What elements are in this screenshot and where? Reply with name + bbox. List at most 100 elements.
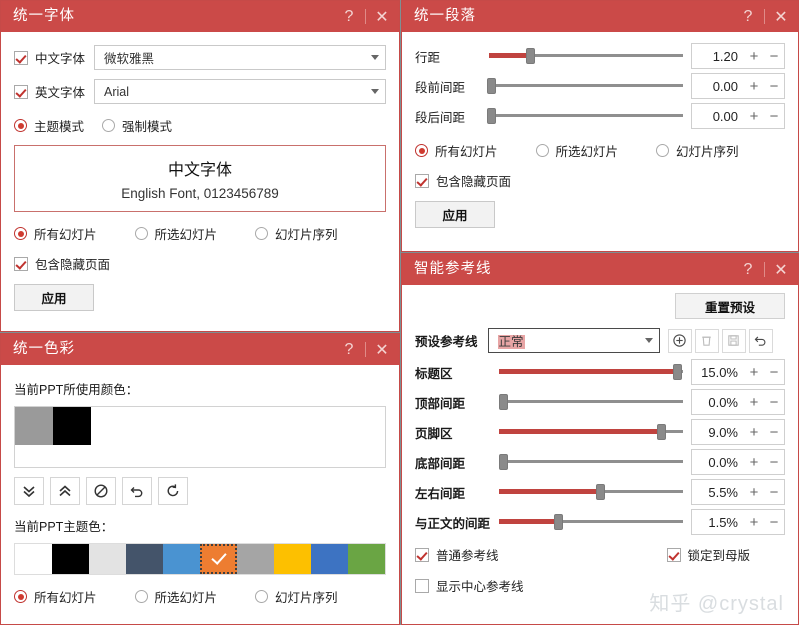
- bottom-margin-stepper[interactable]: 0.0% + −: [691, 449, 785, 475]
- close-icon[interactable]: ✕: [770, 257, 792, 283]
- radio-slide-range[interactable]: [255, 590, 269, 603]
- help-icon[interactable]: ?: [737, 257, 759, 283]
- radio-all-slides[interactable]: [14, 227, 27, 240]
- close-icon[interactable]: ✕: [371, 4, 393, 30]
- include-hidden-checkbox[interactable]: [14, 256, 28, 271]
- bottom-margin-slider[interactable]: [498, 453, 683, 471]
- theme-color-swatch[interactable]: [311, 544, 348, 574]
- decrement-button[interactable]: −: [764, 424, 784, 441]
- body-gap-slider[interactable]: [499, 513, 683, 531]
- radio-slide-range[interactable]: [255, 227, 269, 240]
- show-center-guides-checkbox[interactable]: [415, 578, 429, 593]
- help-icon[interactable]: ?: [338, 4, 360, 30]
- include-hidden-checkbox[interactable]: [415, 173, 429, 188]
- lock-to-master-checkbox[interactable]: [666, 547, 681, 562]
- increment-button[interactable]: +: [744, 108, 764, 125]
- theme-color-swatch[interactable]: [237, 544, 274, 574]
- decrement-button[interactable]: −: [764, 78, 784, 95]
- slider-thumb[interactable]: [486, 78, 496, 94]
- space-after-slider[interactable]: [486, 107, 683, 125]
- space-before-stepper[interactable]: 0.00 + −: [691, 73, 785, 99]
- footer-area-stepper[interactable]: 9.0% + −: [691, 419, 785, 445]
- normal-guides-checkbox[interactable]: [415, 547, 429, 562]
- theme-color-swatch[interactable]: [15, 544, 52, 574]
- save-preset-icon[interactable]: [721, 328, 746, 353]
- title-area-slider[interactable]: [499, 363, 683, 381]
- space-after-stepper[interactable]: 0.00 + −: [691, 103, 785, 129]
- radio-force-mode[interactable]: [102, 119, 116, 132]
- decrement-button[interactable]: −: [764, 514, 784, 531]
- collapse-up-icon[interactable]: [50, 477, 80, 505]
- expand-down-icon[interactable]: [14, 477, 44, 505]
- close-icon[interactable]: ✕: [770, 4, 792, 30]
- help-icon[interactable]: ?: [338, 337, 360, 363]
- theme-color-swatch[interactable]: [89, 544, 126, 574]
- apply-button[interactable]: 应用: [415, 201, 495, 228]
- cn-font-select[interactable]: 微软雅黑: [94, 45, 386, 70]
- radio-theme-mode[interactable]: [14, 119, 27, 132]
- reset-preset-button[interactable]: 重置预设: [675, 293, 785, 319]
- cn-font-checkbox[interactable]: [14, 50, 28, 65]
- used-color-swatch[interactable]: [53, 407, 91, 445]
- used-color-swatch[interactable]: [15, 407, 53, 445]
- en-font-select[interactable]: Arial: [94, 79, 386, 104]
- delete-preset-icon[interactable]: [694, 328, 719, 353]
- radio-all-slides[interactable]: [14, 590, 27, 603]
- help-icon[interactable]: ?: [737, 4, 759, 30]
- side-margin-stepper[interactable]: 5.5% + −: [691, 479, 785, 505]
- ban-icon[interactable]: [86, 477, 116, 505]
- increment-button[interactable]: +: [744, 48, 764, 65]
- preset-select[interactable]: 正常: [487, 328, 660, 353]
- undo-icon[interactable]: [122, 477, 152, 505]
- increment-button[interactable]: +: [744, 514, 764, 531]
- theme-color-swatch[interactable]: [348, 544, 385, 574]
- slider-thumb[interactable]: [486, 108, 496, 124]
- radio-all-slides[interactable]: [415, 144, 428, 157]
- radio-selected-slides[interactable]: [535, 144, 549, 157]
- decrement-button[interactable]: −: [764, 484, 784, 501]
- radio-slide-range[interactable]: [656, 144, 670, 157]
- footer-area-slider[interactable]: [499, 423, 683, 441]
- slider-thumb[interactable]: [673, 364, 683, 380]
- space-before-slider[interactable]: [486, 77, 683, 95]
- theme-color-swatch[interactable]: [126, 544, 163, 574]
- decrement-button[interactable]: −: [764, 394, 784, 411]
- line-spacing-stepper[interactable]: 1.20 + −: [691, 43, 785, 69]
- top-margin-label: 顶部间距: [415, 396, 466, 411]
- slider-thumb[interactable]: [498, 394, 508, 410]
- add-preset-icon[interactable]: [667, 328, 692, 353]
- side-margin-slider[interactable]: [499, 483, 683, 501]
- theme-color-swatch[interactable]: [274, 544, 311, 574]
- slider-thumb[interactable]: [596, 484, 606, 500]
- slider-thumb[interactable]: [498, 454, 508, 470]
- slider-thumb[interactable]: [553, 514, 563, 530]
- undo-preset-icon[interactable]: [748, 328, 773, 353]
- line-spacing-slider[interactable]: [489, 47, 683, 65]
- top-margin-slider[interactable]: [498, 393, 683, 411]
- increment-button[interactable]: +: [744, 454, 764, 471]
- increment-button[interactable]: +: [744, 364, 764, 381]
- radio-selected-slides[interactable]: [134, 227, 148, 240]
- close-icon[interactable]: ✕: [371, 337, 393, 363]
- top-margin-stepper[interactable]: 0.0% + −: [691, 389, 785, 415]
- increment-button[interactable]: +: [744, 78, 764, 95]
- body-gap-stepper[interactable]: 1.5% + −: [691, 509, 785, 535]
- theme-color-swatch[interactable]: [52, 544, 89, 574]
- slider-thumb[interactable]: [525, 48, 535, 64]
- decrement-button[interactable]: −: [764, 108, 784, 125]
- apply-button[interactable]: 应用: [14, 284, 94, 311]
- increment-button[interactable]: +: [744, 424, 764, 441]
- decrement-button[interactable]: −: [764, 48, 784, 65]
- en-font-checkbox[interactable]: [14, 84, 28, 99]
- theme-color-swatch-selected[interactable]: [200, 544, 237, 574]
- slider-thumb[interactable]: [656, 424, 666, 440]
- increment-button[interactable]: +: [744, 394, 764, 411]
- decrement-button[interactable]: −: [764, 364, 784, 381]
- radio-all-slides-label: 所有幻灯片: [435, 145, 498, 159]
- redo-icon[interactable]: [158, 477, 188, 505]
- theme-color-swatch[interactable]: [163, 544, 200, 574]
- increment-button[interactable]: +: [744, 484, 764, 501]
- title-area-stepper[interactable]: 15.0% + −: [691, 359, 785, 385]
- radio-selected-slides[interactable]: [134, 590, 148, 603]
- decrement-button[interactable]: −: [764, 454, 784, 471]
